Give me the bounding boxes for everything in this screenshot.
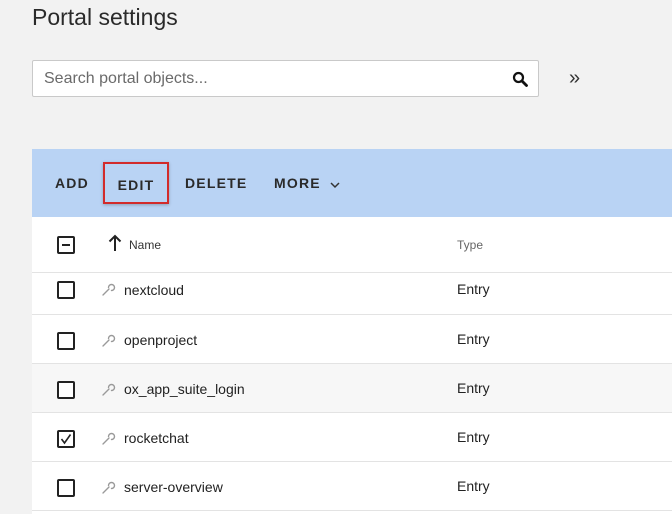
search-icon[interactable] <box>512 71 528 87</box>
table-row[interactable]: server-overview Entry <box>32 462 672 511</box>
search-input[interactable] <box>44 61 494 96</box>
search-box[interactable] <box>32 60 539 97</box>
row-type: Entry <box>457 281 490 297</box>
row-type: Entry <box>457 429 490 445</box>
collapse-double-chevron-icon[interactable]: » <box>569 66 580 90</box>
row-checkbox[interactable] <box>57 381 75 399</box>
objects-panel: ADD EDIT DELETE MORE Name Type nextcloud… <box>32 149 672 514</box>
row-checkbox[interactable] <box>57 281 75 299</box>
row-checkbox[interactable] <box>57 332 75 350</box>
toolbar: ADD EDIT DELETE MORE <box>32 149 672 217</box>
row-type: Entry <box>457 331 490 347</box>
row-name: openproject <box>124 332 198 348</box>
column-header-name[interactable]: Name <box>129 238 161 252</box>
column-header-type[interactable]: Type <box>457 238 483 252</box>
more-button[interactable]: MORE <box>274 149 340 217</box>
more-label: MORE <box>274 175 321 191</box>
table-row[interactable]: openproject Entry <box>32 315 672 364</box>
wrench-icon <box>100 281 116 297</box>
page-title: Portal settings <box>32 4 178 30</box>
edit-button[interactable]: EDIT <box>103 162 169 204</box>
row-name: ox_app_suite_login <box>124 381 245 397</box>
sort-ascending-icon[interactable] <box>107 233 123 253</box>
table-row[interactable]: ox_app_suite_login Entry <box>32 364 672 413</box>
row-type: Entry <box>457 380 490 396</box>
row-name: nextcloud <box>124 282 184 298</box>
chevron-down-icon <box>330 150 340 218</box>
row-name: server-overview <box>124 479 223 495</box>
wrench-icon <box>100 430 116 446</box>
table-header: Name Type <box>32 217 672 273</box>
wrench-icon <box>100 332 116 348</box>
row-checkbox[interactable] <box>57 479 75 497</box>
delete-button[interactable]: DELETE <box>185 149 247 217</box>
checkbox-checked-icon <box>60 434 72 445</box>
select-all-checkbox[interactable] <box>57 236 75 254</box>
add-button[interactable]: ADD <box>55 149 89 217</box>
row-checkbox-checked[interactable] <box>57 430 75 448</box>
table-body: nextcloud Entry openproject Entry ox_app… <box>32 273 672 511</box>
row-name: rocketchat <box>124 430 189 446</box>
wrench-icon <box>100 479 116 495</box>
wrench-icon <box>100 381 116 397</box>
table-row[interactable]: nextcloud Entry <box>32 273 672 315</box>
table-row[interactable]: rocketchat Entry <box>32 413 672 462</box>
row-type: Entry <box>457 478 490 494</box>
